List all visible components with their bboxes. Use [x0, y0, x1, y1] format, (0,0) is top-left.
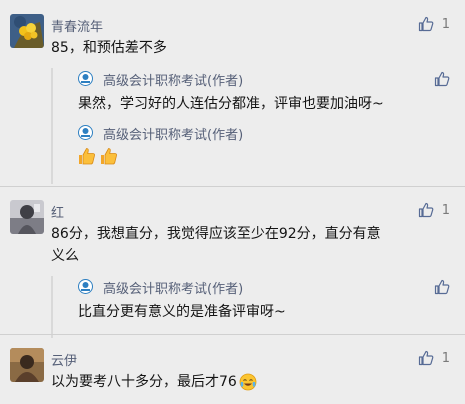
like-button[interactable]: 1 — [418, 348, 450, 368]
avatar[interactable] — [10, 200, 44, 234]
comment-text: 85，和预估差不多 — [51, 40, 167, 56]
divider — [0, 334, 465, 335]
crying-laughing-emoji — [239, 373, 257, 391]
thumb-up-icon — [418, 350, 434, 366]
like-button[interactable]: 1 — [418, 14, 450, 34]
divider — [0, 186, 465, 187]
thumb-up-icon — [434, 279, 450, 295]
author-reply: 高级会计职称考试(作者) 果然，学习好的人连估分都准，评审也要加油呀~ — [51, 68, 465, 130]
like-count: 1 — [441, 350, 450, 366]
like-button[interactable] — [434, 277, 450, 297]
reply-author[interactable]: 高级会计职称考试(作者) — [103, 124, 243, 143]
reply-bar — [51, 68, 53, 130]
reply-text: 果然，学习好的人连估分都准，评审也要加油呀~ — [78, 96, 384, 112]
comment-text-line: 义么 — [51, 248, 79, 264]
comment-text: 以为要考八十多分，最后才76 — [51, 374, 237, 390]
author-avatar[interactable] — [78, 125, 93, 140]
comment-feed: 青春流年 85，和预估差不多 1 高级会计职称考试(作者) 果然，学习好的人连估… — [0, 0, 465, 404]
reply-bar — [51, 276, 53, 338]
author-avatar[interactable] — [78, 71, 93, 86]
like-count: 1 — [441, 16, 450, 32]
comment-author[interactable]: 红 — [51, 202, 64, 221]
reply-bar — [51, 122, 53, 184]
author-reply: 高级会计职称考试(作者) — [51, 122, 465, 184]
avatar[interactable] — [10, 14, 44, 48]
thumbs-up-emoji — [101, 148, 118, 165]
thumb-up-icon — [418, 202, 434, 218]
author-avatar[interactable] — [78, 279, 93, 294]
comment-author[interactable]: 云伊 — [51, 350, 77, 369]
reply-emoji — [78, 147, 118, 165]
comment-author[interactable]: 青春流年 — [51, 16, 103, 35]
like-count: 1 — [441, 202, 450, 218]
reply-text: 比直分更有意义的是准备评审呀~ — [78, 304, 286, 320]
comment-text-line: 86分，我想直分，我觉得应该至少在92分，直分有意 — [51, 226, 381, 242]
thumb-up-icon — [418, 16, 434, 32]
like-button[interactable]: 1 — [418, 200, 450, 220]
reply-author[interactable]: 高级会计职称考试(作者) — [103, 278, 243, 297]
thumb-up-icon — [434, 71, 450, 87]
comment-text-row: 以为要考八十多分，最后才76 — [51, 371, 257, 393]
thumbs-up-emoji — [79, 148, 95, 165]
like-button[interactable] — [434, 69, 450, 89]
avatar[interactable] — [10, 348, 44, 382]
reply-author[interactable]: 高级会计职称考试(作者) — [103, 70, 243, 89]
author-reply: 高级会计职称考试(作者) 比直分更有意义的是准备评审呀~ — [51, 276, 465, 338]
